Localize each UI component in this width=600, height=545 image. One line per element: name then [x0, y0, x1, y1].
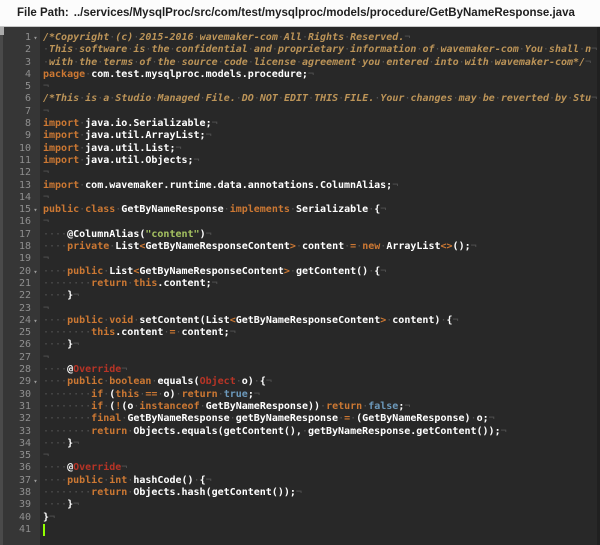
line-number: 28 [0, 364, 40, 376]
line-number: 15▾ [0, 204, 40, 216]
code-line[interactable]: 38········return·Objects.hash(getContent… [0, 487, 600, 499]
code-line[interactable]: 28····@Override¬ [0, 364, 600, 376]
code-line[interactable]: 7¬ [0, 106, 600, 118]
code-editor[interactable]: 1▾/*Copyright·(c)·2015-2016·wavemaker-co… [0, 27, 600, 545]
line-number: 8 [0, 118, 40, 130]
code-line[interactable]: 14¬ [0, 192, 600, 204]
code-line[interactable]: 20▾····public·List<GetByNameResponseCont… [0, 266, 600, 278]
line-number: 37▾ [0, 475, 40, 487]
line-number: 25 [0, 327, 40, 339]
line-number: 39 [0, 499, 40, 511]
code-line[interactable]: 8import·java.io.Serializable;¬ [0, 118, 600, 130]
line-number: 11 [0, 155, 40, 167]
code-line[interactable]: 23¬ [0, 303, 600, 315]
code-line[interactable]: 34····}¬ [0, 438, 600, 450]
line-number: 5 [0, 81, 40, 93]
file-path-label: File Path: [17, 7, 69, 19]
line-number: 4 [0, 69, 40, 81]
line-number: 27 [0, 352, 40, 364]
left-scrollbar-strip [0, 27, 3, 545]
line-number: 2 [0, 44, 40, 56]
line-number: 32 [0, 413, 40, 425]
studio-file-view: File Path: ../services/MysqlProc/src/com… [0, 0, 600, 545]
line-number: 10 [0, 143, 40, 155]
code-line[interactable]: 41 [0, 524, 600, 536]
line-number: 33 [0, 426, 40, 438]
line-number: 40 [0, 512, 40, 524]
line-number: 17 [0, 229, 40, 241]
code-line[interactable]: 6/*This·is·a·Studio·Managed·File.·DO·NOT… [0, 93, 600, 105]
code-line[interactable]: 33········return·Objects.equals(getConte… [0, 426, 600, 438]
code-line[interactable]: 19¬ [0, 253, 600, 265]
code-line[interactable]: 18····private·List<GetByNameResponseCont… [0, 241, 600, 253]
code-line[interactable]: 2·This·software·is·the·confidential·and·… [0, 44, 600, 56]
code-line[interactable]: 22····}¬ [0, 290, 600, 302]
line-number: 3 [0, 57, 40, 69]
line-number: 19 [0, 253, 40, 265]
file-path-value: ../services/MysqlProc/src/com/test/mysql… [74, 7, 575, 19]
line-number: 12 [0, 167, 40, 179]
line-number: 24▾ [0, 315, 40, 327]
line-number: 20▾ [0, 266, 40, 278]
code-line[interactable]: 9import·java.util.ArrayList;¬ [0, 130, 600, 142]
line-number: 30 [0, 389, 40, 401]
line-number: 14 [0, 192, 40, 204]
line-number: 21 [0, 278, 40, 290]
line-number: 1▾ [0, 32, 40, 44]
code-line[interactable]: 1▾/*Copyright·(c)·2015-2016·wavemaker-co… [0, 32, 600, 44]
line-number: 23 [0, 303, 40, 315]
code-line[interactable]: 10import·java.util.List;¬ [0, 143, 600, 155]
line-number: 34 [0, 438, 40, 450]
text-cursor [43, 524, 45, 536]
file-path-bar: File Path: ../services/MysqlProc/src/com… [0, 0, 600, 27]
code-line[interactable]: 13import·com.wavemaker.runtime.data.anno… [0, 180, 600, 192]
code-line[interactable]: 25········this.content·=·content;¬ [0, 327, 600, 339]
code-lines: 1▾/*Copyright·(c)·2015-2016·wavemaker-co… [0, 27, 600, 536]
fold-arrow-icon[interactable]: ▾ [31, 204, 40, 216]
code-line[interactable]: 37▾····public·int·hashCode()·{¬ [0, 475, 600, 487]
code-line[interactable]: 26····}¬ [0, 339, 600, 351]
code-line[interactable]: 21········return·this.content;¬ [0, 278, 600, 290]
code-line[interactable]: 32········final·GetByNameResponse·getByN… [0, 413, 600, 425]
line-number: 29▾ [0, 376, 40, 388]
fold-arrow-icon[interactable]: ▾ [31, 475, 40, 487]
code-line[interactable]: 39····}¬ [0, 499, 600, 511]
code-line[interactable]: 11import·java.util.Objects;¬ [0, 155, 600, 167]
line-number: 6 [0, 93, 40, 105]
line-number: 41 [0, 524, 40, 536]
code-line[interactable]: 3·with·the·terms·of·the·source·code·lice… [0, 57, 600, 69]
code-line[interactable]: 29▾····public·boolean·equals(Object·o)·{… [0, 376, 600, 388]
line-number: 9 [0, 130, 40, 142]
line-number: 26 [0, 339, 40, 351]
line-number: 36 [0, 462, 40, 474]
line-number: 18 [0, 241, 40, 253]
code-line[interactable]: 16¬ [0, 216, 600, 228]
line-number: 22 [0, 290, 40, 302]
code-line[interactable]: 4package·com.test.mysqlproc.models.proce… [0, 69, 600, 81]
code-line[interactable]: 17····@ColumnAlias("content")¬ [0, 229, 600, 241]
code-line[interactable]: 35¬ [0, 450, 600, 462]
code-line[interactable]: 15▾public·class·GetByNameResponse·implem… [0, 204, 600, 216]
code-line[interactable]: 40}¬ [0, 512, 600, 524]
code-line[interactable]: 27¬ [0, 352, 600, 364]
line-number: 16 [0, 216, 40, 228]
fold-arrow-icon[interactable]: ▾ [31, 266, 40, 278]
scrollbar-nub [0, 27, 4, 35]
code-line[interactable]: 5¬ [0, 81, 600, 93]
fold-arrow-icon[interactable]: ▾ [31, 32, 40, 44]
line-number: 13 [0, 180, 40, 192]
line-number: 7 [0, 106, 40, 118]
line-number: 38 [0, 487, 40, 499]
code-line[interactable]: 36····@Override¬ [0, 462, 600, 474]
line-number: 31 [0, 401, 40, 413]
code-line[interactable]: 24▾····public·void·setContent(List<GetBy… [0, 315, 600, 327]
code-line[interactable]: 31········if·(!(o·instanceof·GetByNameRe… [0, 401, 600, 413]
line-number: 35 [0, 450, 40, 462]
fold-arrow-icon[interactable]: ▾ [31, 376, 40, 388]
fold-arrow-icon[interactable]: ▾ [31, 315, 40, 327]
code-line[interactable]: 30········if·(this·==·o)·return·true;¬ [0, 389, 600, 401]
code-line[interactable]: 12¬ [0, 167, 600, 179]
